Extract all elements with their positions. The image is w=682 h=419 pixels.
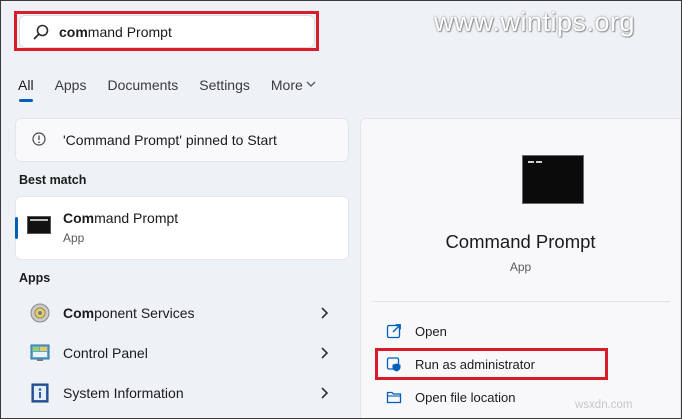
tab-settings[interactable]: Settings: [199, 77, 250, 101]
app-detail-panel: Command Prompt App Open Run as administr…: [360, 118, 681, 418]
app-item-system-information[interactable]: System Information: [15, 375, 349, 411]
tab-more-label: More: [270, 77, 303, 93]
watermark: www.wintips.org: [434, 7, 636, 37]
info-icon: [32, 132, 46, 146]
filter-tabs: All Apps Documents Settings More: [18, 77, 337, 102]
pinned-notification: 'Command Prompt' pinned to Start: [15, 118, 349, 162]
tab-all[interactable]: All: [18, 77, 34, 102]
best-match-title-bold: Com: [63, 210, 95, 226]
detail-title: Command Prompt: [445, 231, 596, 252]
best-match-subtitle: App: [63, 231, 85, 245]
tab-documents-label: Documents: [107, 77, 179, 93]
folder-icon: [386, 391, 402, 404]
app-item-label: Control Panel: [63, 345, 148, 361]
app-item-label: Component Services: [63, 305, 195, 321]
active-tab-indicator: [19, 99, 33, 102]
best-match-title-rest: mand Prompt: [94, 210, 179, 226]
app-item-label-rest: System Information: [63, 385, 184, 401]
app-item-label-rest: ponent Services: [94, 305, 195, 321]
search-input-bold-part: com: [59, 24, 88, 40]
tab-more[interactable]: More: [271, 77, 316, 101]
search-icon: [33, 24, 49, 40]
chevron-down-icon: [306, 81, 316, 87]
chevron-right-icon[interactable]: [319, 303, 331, 323]
pinned-notification-text: 'Command Prompt' pinned to Start: [63, 132, 277, 148]
component-services-icon: [30, 303, 50, 323]
search-input-rest: mand Prompt: [87, 24, 172, 40]
shield-icon: [386, 357, 401, 372]
chevron-right-icon[interactable]: [319, 383, 331, 403]
app-item-label: System Information: [63, 385, 184, 401]
open-file-location-label: Open file location: [415, 390, 516, 405]
best-match-title: Command Prompt: [63, 210, 178, 226]
app-item-label-bold: Com: [63, 305, 95, 321]
start-search-window: command Prompt www.wintips.org All Apps …: [0, 0, 682, 419]
app-item-control-panel[interactable]: Control Panel: [15, 335, 349, 371]
selection-indicator: [15, 217, 18, 239]
chevron-right-icon[interactable]: [319, 343, 331, 363]
tab-settings-label: Settings: [199, 77, 250, 93]
run-as-administrator-label: Run as administrator: [415, 357, 535, 372]
open-action-label: Open: [415, 324, 447, 339]
tab-apps-label: Apps: [54, 77, 87, 93]
tab-all-label: All: [18, 77, 34, 93]
search-box[interactable]: command Prompt: [19, 15, 315, 48]
app-item-component-services[interactable]: Component Services: [15, 295, 349, 331]
apps-heading: Apps: [19, 271, 51, 285]
best-match-heading: Best match: [19, 173, 87, 187]
best-match-result[interactable]: Command Prompt App: [15, 196, 349, 260]
open-icon: [386, 324, 401, 339]
system-information-icon: [31, 383, 49, 403]
source-watermark: wsxdn.com: [575, 399, 633, 411]
search-input[interactable]: command Prompt: [59, 24, 172, 40]
tab-documents[interactable]: Documents: [107, 77, 178, 101]
detail-subtitle: App: [509, 260, 532, 274]
command-prompt-large-icon: [522, 155, 584, 204]
app-item-label-rest: Control Panel: [63, 345, 148, 361]
divider: [372, 301, 670, 302]
tab-apps[interactable]: Apps: [55, 77, 87, 101]
control-panel-icon: [30, 344, 50, 361]
command-prompt-icon: [27, 216, 51, 234]
